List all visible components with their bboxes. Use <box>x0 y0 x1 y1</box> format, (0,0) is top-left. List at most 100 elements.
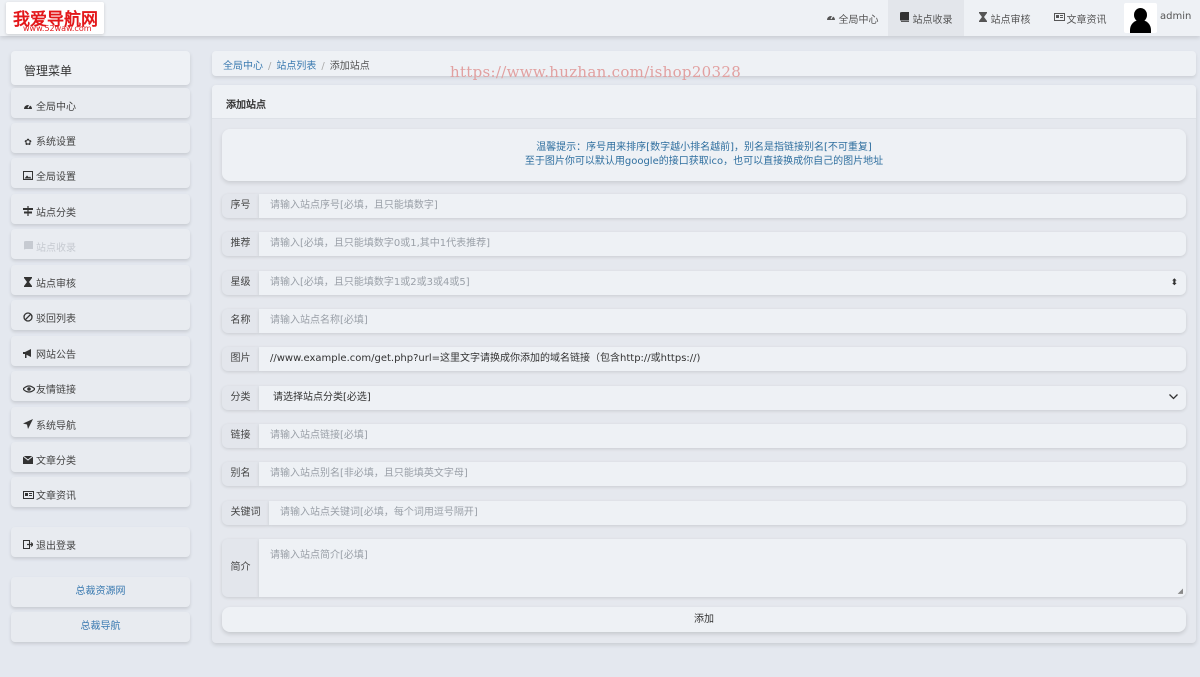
sidebar-item-article-category[interactable]: 文章分类 <box>11 442 190 472</box>
sidebar-item-label: 文章分类 <box>36 456 76 467</box>
hourglass-icon <box>978 11 988 25</box>
sidebar-item-label: 全局设置 <box>36 172 76 183</box>
recommend-label: 推荐 <box>222 232 259 256</box>
dashboard-icon <box>23 101 33 113</box>
star-label: 星级 <box>222 271 259 295</box>
intro-placeholder: 请输入站点简介[必填] <box>270 550 368 561</box>
form-row-order: 序号 请输入站点序号[必填，且只能填数字] <box>222 194 1186 218</box>
sidebar-item-label: 站点审核 <box>36 279 76 290</box>
chevron-down-icon <box>1169 386 1178 410</box>
intro-label: 简介 <box>222 539 259 597</box>
image-label: 图片 <box>222 347 259 371</box>
sidebar-item-label: 驳回列表 <box>36 314 76 325</box>
site-logo[interactable]: 我爱导航网 www.52waw.com <box>6 2 104 34</box>
alias-label: 别名 <box>222 462 259 486</box>
sidebar-item-label: 站点分类 <box>36 208 76 219</box>
sidebar-link-nav[interactable]: 总裁导航 <box>11 612 190 642</box>
sidebar-item-label: 文章资讯 <box>36 491 76 502</box>
topnav-review-label: 站点审核 <box>990 14 1031 26</box>
sidebar-item-global-settings[interactable]: 全局设置 <box>11 158 190 188</box>
link-label: 链接 <box>222 424 259 448</box>
tip-line-1: 温馨提示：序号用来排序[数字越小排名越前]，别名是指链接别名[不可重复] <box>536 142 872 153</box>
name-label: 名称 <box>222 309 259 333</box>
link-input[interactable]: 请输入站点链接[必填] <box>259 424 1186 448</box>
sidebar-item-dashboard[interactable]: 全局中心 <box>11 88 190 118</box>
signpost-icon <box>23 206 33 219</box>
avatar[interactable] <box>1124 3 1157 33</box>
tip-line-2: 至于图片你可以默认用google的接口获取ico，也可以直接换成你自己的图片地址 <box>524 156 884 167</box>
sidebar-item-label: 系统导航 <box>36 421 76 432</box>
topnav-articles[interactable]: 文章资讯 <box>1044 0 1116 36</box>
keywords-label: 关键词 <box>222 501 269 525</box>
ban-icon <box>23 312 33 325</box>
sidebar-item-articles[interactable]: 文章资讯 <box>11 477 190 507</box>
breadcrumb-home[interactable]: 全局中心 <box>223 61 263 72</box>
resize-handle-icon[interactable]: ◢ <box>1178 587 1183 595</box>
order-input[interactable]: 请输入站点序号[必填，且只能填数字] <box>259 194 1186 218</box>
hourglass-icon <box>23 277 33 290</box>
stepper-icon[interactable]: ⬍ <box>1170 271 1178 295</box>
image-input[interactable]: //www.example.com/get.php?url=这里文字请换成你添加… <box>259 347 1186 371</box>
book-icon <box>23 241 33 254</box>
recommend-input[interactable]: 请输入[必填，且只能填数字0或1,其中1代表推荐] <box>259 232 1186 256</box>
sidebar-item-label: 友情链接 <box>36 385 76 396</box>
panel-title: 添加站点 <box>212 85 1196 119</box>
form-row-image: 图片 //www.example.com/get.php?url=这里文字请换成… <box>222 347 1186 371</box>
user-name[interactable]: admin <box>1160 11 1191 22</box>
form-row-keywords: 关键词 请输入站点关键词[必填，每个词用逗号隔开] <box>222 501 1186 525</box>
form-row-category: 分类 请选择站点分类[必选] <box>222 386 1186 410</box>
sidebar-item-label: 站点收录 <box>36 243 76 254</box>
logout-label: 退出登录 <box>36 541 76 552</box>
sidebar-item-system-settings[interactable]: ✿ 系统设置 <box>11 123 190 153</box>
watermark-text: https://www.huzhan.com/ishop20328 <box>450 63 742 81</box>
sidebar-item-label: 网站公告 <box>36 350 76 361</box>
newspaper-icon <box>1053 12 1065 24</box>
bullhorn-icon <box>23 349 33 361</box>
breadcrumb-current: 添加站点 <box>329 61 370 72</box>
sidebar-link-resources[interactable]: 总裁资源网 <box>11 577 190 607</box>
sidebar-item-site-category[interactable]: 站点分类 <box>11 194 190 224</box>
sidebar-item-site-collect[interactable]: 站点收录 <box>11 229 190 259</box>
order-label: 序号 <box>222 194 259 218</box>
eye-icon <box>22 385 36 396</box>
logo-subtitle: www.52waw.com <box>23 24 92 33</box>
form-row-alias: 别名 请输入站点别名[非必填，且只能填英文字母] <box>222 462 1186 486</box>
sidebar-item-announcement[interactable]: 网站公告 <box>11 336 190 366</box>
book-icon <box>900 11 910 25</box>
tip-box: 温馨提示：序号用来排序[数字越小排名越前]，别名是指链接别名[不可重复] 至于图… <box>222 129 1186 181</box>
add-button[interactable]: 添加 <box>222 607 1186 632</box>
topnav-dashboard-label: 全局中心 <box>838 14 879 26</box>
logout-icon <box>23 540 34 552</box>
alias-input[interactable]: 请输入站点别名[非必填，且只能填英文字母] <box>259 462 1186 486</box>
topnav-dashboard[interactable]: 全局中心 <box>817 0 887 36</box>
topnav-sites[interactable]: 站点收录 <box>888 0 964 36</box>
sidebar-item-site-review[interactable]: 站点审核 <box>11 265 190 295</box>
sidebar-item-label: 全局中心 <box>36 102 76 113</box>
star-input[interactable]: 请输入[必填，且只能填数字1或2或3或4或5] ⬍ <box>259 271 1186 295</box>
star-input-placeholder: 请输入[必填，且只能填数字1或2或3或4或5] <box>270 277 470 288</box>
envelope-icon <box>22 455 34 467</box>
form-row-recommend: 推荐 请输入[必填，且只能填数字0或1,其中1代表推荐] <box>222 232 1186 256</box>
newspaper-icon <box>23 491 34 502</box>
sidebar-title: 管理菜单 <box>11 51 190 85</box>
top-bar: 我爱导航网 www.52waw.com 全局中心 站点收录 站点审核 文章资讯 … <box>0 0 1200 36</box>
topnav-articles-label: 文章资讯 <box>1066 14 1107 26</box>
form-row-intro: 简介 请输入站点简介[必填] ◢ <box>222 539 1186 597</box>
name-input[interactable]: 请输入站点名称[必填] <box>259 309 1186 333</box>
form-row-link: 链接 请输入站点链接[必填] <box>222 424 1186 448</box>
topnav-sites-label: 站点收录 <box>912 14 953 26</box>
breadcrumb-site-list[interactable]: 站点列表 <box>276 61 316 72</box>
picture-icon <box>23 171 33 183</box>
category-selected: 请选择站点分类[必选] <box>273 392 371 403</box>
keywords-input[interactable]: 请输入站点关键词[必填，每个词用逗号隔开] <box>269 501 1186 525</box>
gear-icon: ✿ <box>24 138 32 148</box>
form-row-star: 星级 请输入[必填，且只能填数字1或2或3或4或5] ⬍ <box>222 271 1186 295</box>
sidebar-item-friend-links[interactable]: 友情链接 <box>11 371 190 401</box>
logout-button[interactable]: 退出登录 <box>11 527 190 557</box>
sidebar-item-system-nav[interactable]: 系统导航 <box>11 407 190 437</box>
topnav-review[interactable]: 站点审核 <box>966 0 1042 36</box>
category-select[interactable]: 请选择站点分类[必选] <box>259 386 1186 410</box>
category-label: 分类 <box>222 386 259 410</box>
intro-textarea[interactable]: 请输入站点简介[必填] ◢ <box>259 539 1186 597</box>
sidebar-item-reject-list[interactable]: 驳回列表 <box>11 300 190 330</box>
